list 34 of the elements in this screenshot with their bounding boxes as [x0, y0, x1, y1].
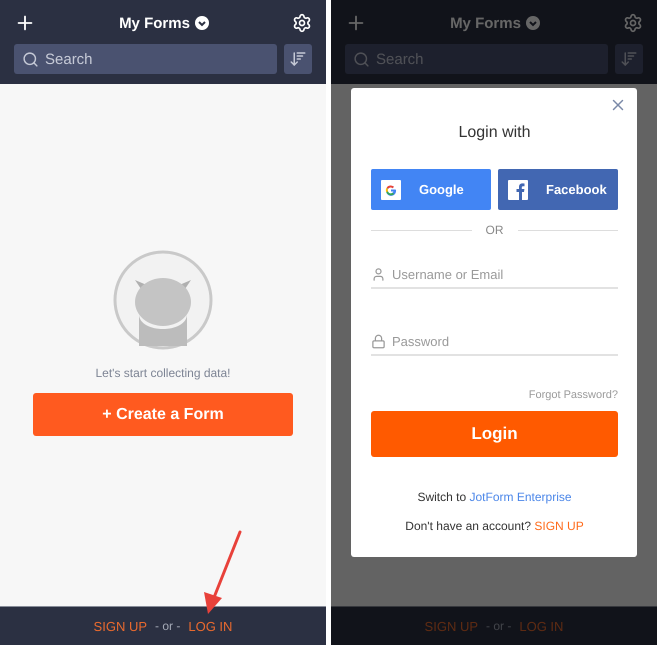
empty-message: Let's start collecting data!: [95, 366, 231, 380]
google-button[interactable]: Google: [371, 169, 491, 210]
settings-icon[interactable]: [292, 13, 312, 33]
sign-up-link[interactable]: SIGN UP: [94, 618, 148, 634]
search-icon: [22, 50, 39, 68]
password-field[interactable]: Password: [371, 334, 618, 356]
or-divider-text: OR: [486, 223, 504, 237]
forms-title-dropdown[interactable]: My Forms: [119, 14, 209, 32]
sort-icon: [620, 50, 638, 68]
login-button[interactable]: Login: [371, 411, 618, 457]
enterprise-link[interactable]: JotForm Enterprise: [470, 490, 572, 504]
facebook-logo-icon: [508, 180, 528, 200]
sort-button[interactable]: [615, 44, 643, 74]
sort-button[interactable]: [284, 44, 312, 74]
separator-text: - or -: [155, 619, 180, 633]
search-input[interactable]: Search: [45, 50, 245, 68]
facebook-button[interactable]: Facebook: [498, 169, 618, 210]
search-field[interactable]: Search: [14, 44, 277, 74]
create-form-button[interactable]: + Create a Form: [33, 393, 293, 436]
sort-icon: [289, 50, 307, 68]
signup-prompt: Don't have an account? SIGN UP: [404, 519, 585, 533]
search-icon: [353, 50, 370, 68]
dialog-title: Login with: [458, 124, 531, 142]
username-field[interactable]: Username or Email: [371, 267, 618, 289]
user-icon: [371, 267, 386, 282]
log-in-link[interactable]: LOG IN: [188, 618, 232, 634]
google-logo-icon: [381, 180, 401, 200]
forms-title-dropdown[interactable]: My Forms: [450, 14, 540, 32]
dialog-sign-up-link[interactable]: SIGN UP: [534, 519, 584, 533]
forgot-password-link[interactable]: Forgot Password?: [528, 389, 618, 401]
lock-icon: [371, 334, 386, 349]
chevron-down-icon: [526, 16, 540, 30]
chevron-down-icon: [194, 16, 209, 30]
switch-prompt: Switch to JotForm Enterprise: [416, 490, 573, 504]
